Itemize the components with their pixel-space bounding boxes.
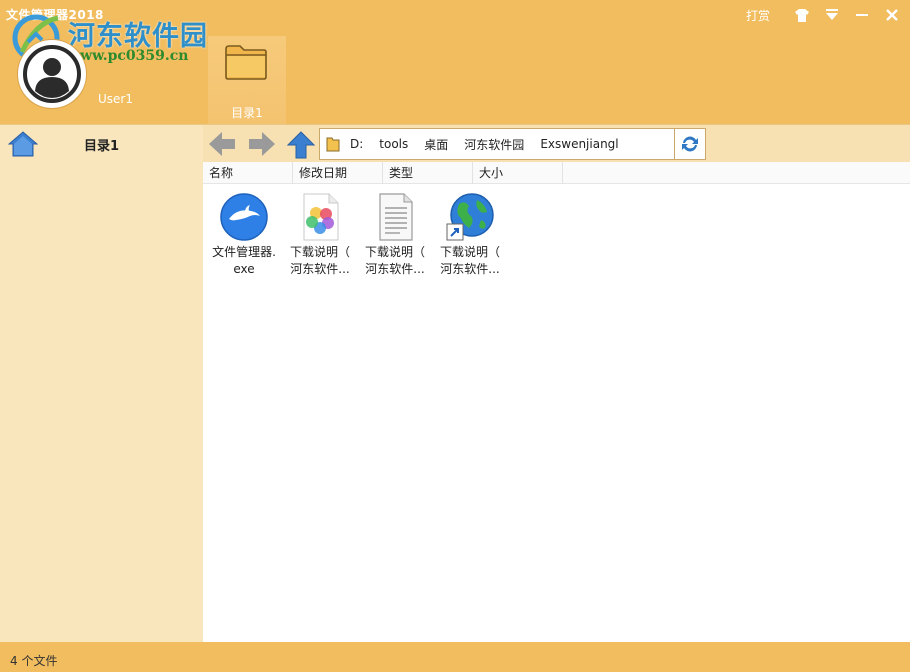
window-controls: 打赏 — [746, 4, 900, 26]
column-header-size[interactable]: 大小 — [473, 162, 563, 184]
folder-icon — [225, 45, 267, 80]
skin-icon[interactable] — [794, 7, 810, 23]
arrow-left-icon — [209, 132, 235, 156]
file-item[interactable]: 下载说明（ 河东软件... — [356, 192, 434, 278]
globe-shortcut-icon — [446, 193, 494, 241]
dolphin-app-icon — [220, 193, 268, 241]
file-name: 下载说明（ 河东软件... — [289, 245, 350, 276]
avatar[interactable] — [18, 40, 86, 108]
status-bar: 4 个文件 — [0, 642, 910, 672]
file-item[interactable]: 下载说明（ 河东软件... — [281, 192, 359, 278]
folder-small-icon — [326, 137, 340, 152]
up-button[interactable] — [286, 131, 316, 162]
column-header-name[interactable]: 名称 — [203, 162, 293, 184]
minimize-icon[interactable] — [854, 7, 870, 23]
user-avatar-icon — [23, 45, 81, 103]
close-icon[interactable] — [884, 7, 900, 23]
back-button[interactable] — [208, 131, 236, 160]
app-title: 文件管理器2018 — [6, 8, 104, 22]
user-name: User1 — [98, 92, 133, 106]
refresh-icon — [682, 136, 698, 152]
file-item[interactable]: 下载说明（ 河东软件... — [431, 192, 509, 278]
home-button[interactable] — [7, 131, 39, 160]
tab-directory-1[interactable]: 目录1 — [208, 36, 286, 124]
file-item[interactable]: 文件管理器. exe — [205, 192, 283, 278]
refresh-button[interactable] — [675, 128, 706, 160]
column-headers: 名称 修改日期 类型 大小 — [203, 162, 910, 184]
colorful-image-icon — [303, 193, 339, 241]
forward-button[interactable] — [248, 131, 276, 160]
sidebar-header: 目录1 — [0, 125, 203, 163]
file-name: 下载说明（ 河东软件... — [439, 245, 500, 276]
toolbar-row: 目录1 D: tools 桌面 河东软件园 Exswenjiangl — [0, 124, 910, 163]
sidebar-title: 目录1 — [84, 139, 120, 154]
home-icon — [7, 131, 39, 157]
reward-link[interactable]: 打赏 — [746, 7, 770, 24]
tab-label: 目录1 — [231, 106, 263, 120]
status-text: 4 个文件 — [10, 654, 58, 668]
path-bar[interactable]: D: tools 桌面 河东软件园 Exswenjiangl — [319, 128, 675, 160]
file-list-panel: 名称 修改日期 类型 大小 文件管理器. exe 下载说明（ 河东软件... 下… — [203, 162, 910, 642]
file-name: 下载说明（ 河东软件... — [364, 245, 425, 276]
menu-dropdown-icon[interactable] — [824, 7, 840, 23]
arrow-right-icon — [249, 132, 275, 156]
sidebar-panel — [0, 162, 203, 642]
path-segment[interactable]: 河东软件园 — [464, 136, 524, 153]
column-header-type[interactable]: 类型 — [383, 162, 473, 184]
path-segment[interactable]: 桌面 — [424, 136, 448, 153]
path-segment[interactable]: Exswenjiangl — [540, 137, 618, 151]
file-name: 文件管理器. exe — [212, 245, 276, 276]
arrow-up-icon — [286, 131, 316, 159]
path-segment[interactable]: D: — [350, 137, 363, 151]
user-block: User1 — [18, 40, 218, 120]
path-segment[interactable]: tools — [379, 137, 408, 151]
column-header-modified[interactable]: 修改日期 — [293, 162, 383, 184]
text-document-icon — [379, 193, 413, 241]
